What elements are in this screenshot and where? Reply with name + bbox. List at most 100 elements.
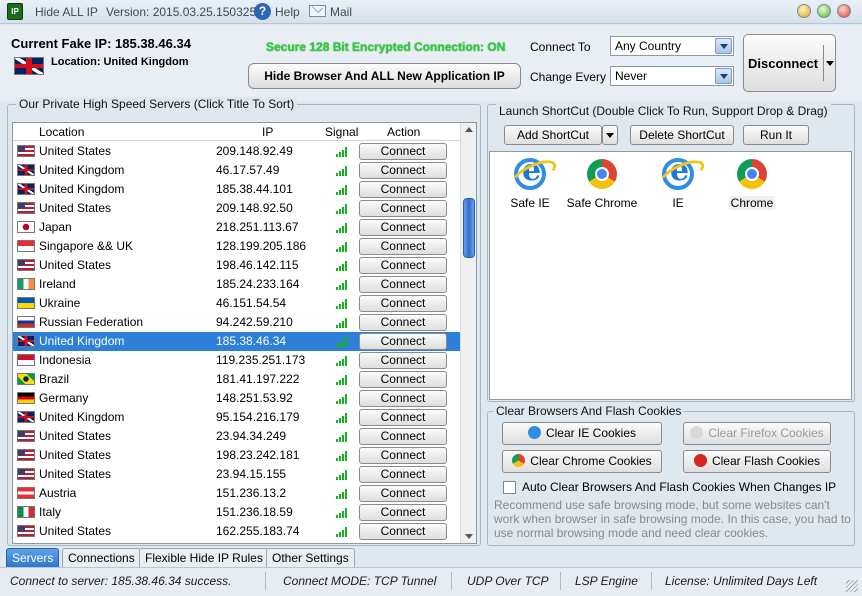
us-flag-icon xyxy=(17,259,35,271)
column-action[interactable]: Action xyxy=(387,125,420,139)
column-location[interactable]: Location xyxy=(39,125,84,139)
chevron-down-icon[interactable] xyxy=(715,38,732,54)
signal-icon xyxy=(336,280,348,290)
server-location: United Kingdom xyxy=(39,410,125,424)
connect-button[interactable]: Connect xyxy=(359,143,447,160)
resize-grip-icon[interactable] xyxy=(846,580,858,592)
server-row[interactable]: United Kingdom 185.38.46.34 Connect xyxy=(13,332,461,351)
connect-button[interactable]: Connect xyxy=(359,257,447,274)
add-shortcut-dropdown[interactable] xyxy=(602,125,618,145)
server-row[interactable]: Indonesia 119.235.251.173 Connect xyxy=(13,351,461,370)
column-signal[interactable]: Signal xyxy=(325,125,358,139)
server-row[interactable]: Ukraine 46.151.54.54 Connect xyxy=(13,294,461,313)
shortcut-safe-ie[interactable]: Safe IE xyxy=(490,153,570,210)
server-row[interactable]: United States 209.148.92.50 Connect xyxy=(13,199,461,218)
server-ip: 181.41.197.222 xyxy=(216,372,300,386)
connect-to-select[interactable]: Any Country xyxy=(610,36,734,56)
server-row[interactable]: United Kingdom 95.154.216.179 Connect xyxy=(13,408,461,427)
scroll-up-icon[interactable] xyxy=(465,127,473,132)
connect-button[interactable]: Connect xyxy=(359,409,447,426)
server-row[interactable]: United States 209.148.92.49 Connect xyxy=(13,142,461,161)
connect-button[interactable]: Connect xyxy=(359,333,447,350)
run-it-button[interactable]: Run It xyxy=(743,125,809,145)
column-ip[interactable]: IP xyxy=(262,125,273,139)
connect-button[interactable]: Connect xyxy=(359,428,447,445)
shortcut-ie[interactable]: IE xyxy=(638,153,718,210)
connect-button[interactable]: Connect xyxy=(359,200,447,217)
auto-clear-label[interactable]: Auto Clear Browsers And Flash Cookies Wh… xyxy=(522,480,836,494)
delete-shortcut-button[interactable]: Delete ShortCut xyxy=(630,125,734,145)
mail-icon[interactable] xyxy=(309,5,326,17)
chevron-down-icon[interactable] xyxy=(715,68,732,84)
shortcut-panel-title: Launch ShortCut (Double Click To Run, Su… xyxy=(496,104,831,118)
connect-button[interactable]: Connect xyxy=(359,219,447,236)
server-row[interactable]: United States 198.46.142.115 Connect xyxy=(13,256,461,275)
tab-servers[interactable]: Servers xyxy=(6,548,60,567)
connect-button[interactable]: Connect xyxy=(359,504,447,521)
servers-panel-title[interactable]: Our Private High Speed Servers (Click Ti… xyxy=(16,97,298,111)
close-button[interactable] xyxy=(837,4,851,18)
clear-flash-cookies-button[interactable]: Clear Flash Cookies xyxy=(683,450,831,473)
server-list-scrollbar[interactable] xyxy=(460,123,476,543)
help-icon[interactable]: ? xyxy=(254,3,271,20)
server-row[interactable]: Japan 218.251.113.67 Connect xyxy=(13,218,461,237)
server-row[interactable]: United States 23.94.34.249 Connect xyxy=(13,427,461,446)
server-row[interactable]: Ireland 185.24.233.164 Connect xyxy=(13,275,461,294)
connect-button[interactable]: Connect xyxy=(359,238,447,255)
server-location: United States xyxy=(39,201,112,215)
server-row[interactable]: United Kingdom 185.38.44.101 Connect xyxy=(13,180,461,199)
scroll-down-icon[interactable] xyxy=(465,534,473,539)
minimize-button[interactable] xyxy=(797,4,811,18)
connect-button[interactable]: Connect xyxy=(359,390,447,407)
us-flag-icon xyxy=(17,145,35,157)
server-row[interactable]: Singapore && UK 128.199.205.186 Connect xyxy=(13,237,461,256)
server-row[interactable]: Brazil 181.41.197.222 Connect xyxy=(13,370,461,389)
tab-flexible-hide-ip-rules[interactable]: Flexible Hide IP Rules xyxy=(139,548,269,567)
auto-clear-checkbox[interactable] xyxy=(503,481,516,494)
server-list[interactable]: Location IP Signal Action United States 2… xyxy=(12,122,477,544)
clear-ie-cookies-button[interactable]: Clear IE Cookies xyxy=(502,422,662,445)
server-row[interactable]: Austria 151.236.13.2 Connect xyxy=(13,484,461,503)
connect-button[interactable]: Connect xyxy=(359,295,447,312)
server-row[interactable]: United States 162.255.183.74 Connect xyxy=(13,522,461,541)
scrollbar-thumb[interactable] xyxy=(463,198,475,258)
help-link[interactable]: Help xyxy=(275,5,300,19)
secure-connection-status: Secure 128 Bit Encrypted Connection: ON xyxy=(266,40,506,54)
shortcut-chrome[interactable]: Chrome xyxy=(712,158,792,210)
connect-button[interactable]: Connect xyxy=(359,371,447,388)
de-flag-icon xyxy=(17,392,35,404)
change-every-select[interactable]: Never xyxy=(610,66,734,86)
signal-icon xyxy=(336,337,348,347)
connect-button[interactable]: Connect xyxy=(359,447,447,464)
connect-button[interactable]: Connect xyxy=(359,352,447,369)
server-row[interactable]: Italy 151.236.18.59 Connect xyxy=(13,503,461,522)
chevron-down-icon[interactable] xyxy=(606,133,614,138)
shortcut-list[interactable]: Safe IE Safe Chrome IE Chrome xyxy=(489,151,852,400)
connect-button[interactable]: Connect xyxy=(359,523,447,540)
server-row[interactable]: Russian Federation 94.242.59.210 Connect xyxy=(13,313,461,332)
clear-firefox-cookies-button[interactable]: Clear Firefox Cookies xyxy=(683,422,831,445)
server-row[interactable]: United Kingdom 46.17.57.49 Connect xyxy=(13,161,461,180)
connect-button[interactable]: Connect xyxy=(359,162,447,179)
connect-button[interactable]: Connect xyxy=(359,276,447,293)
server-row[interactable]: United States 23.94.15.155 Connect xyxy=(13,465,461,484)
add-shortcut-button[interactable]: Add ShortCut xyxy=(504,125,602,145)
chevron-down-icon[interactable] xyxy=(826,61,834,66)
connect-button[interactable]: Connect xyxy=(359,314,447,331)
clear-chrome-cookies-button[interactable]: Clear Chrome Cookies xyxy=(502,450,662,473)
tab-connections[interactable]: Connections xyxy=(62,548,141,567)
mail-link[interactable]: Mail xyxy=(330,5,352,19)
disconnect-button[interactable]: Disconnect xyxy=(743,34,836,92)
connect-button[interactable]: Connect xyxy=(359,466,447,483)
maximize-button[interactable] xyxy=(817,4,831,18)
shortcut-safe-chrome[interactable]: Safe Chrome xyxy=(562,158,642,210)
tab-other-settings[interactable]: Other Settings xyxy=(266,548,355,567)
connect-button[interactable]: Connect xyxy=(359,181,447,198)
server-row[interactable]: Germany 148.251.53.92 Connect xyxy=(13,389,461,408)
ie-flag-icon xyxy=(17,278,35,290)
server-ip: 209.148.92.50 xyxy=(216,201,293,215)
hide-browser-button[interactable]: Hide Browser And ALL New Application IP xyxy=(248,63,521,89)
server-row[interactable]: United States 198.23.242.181 Connect xyxy=(13,446,461,465)
connect-button[interactable]: Connect xyxy=(359,485,447,502)
us-flag-icon xyxy=(17,525,35,537)
